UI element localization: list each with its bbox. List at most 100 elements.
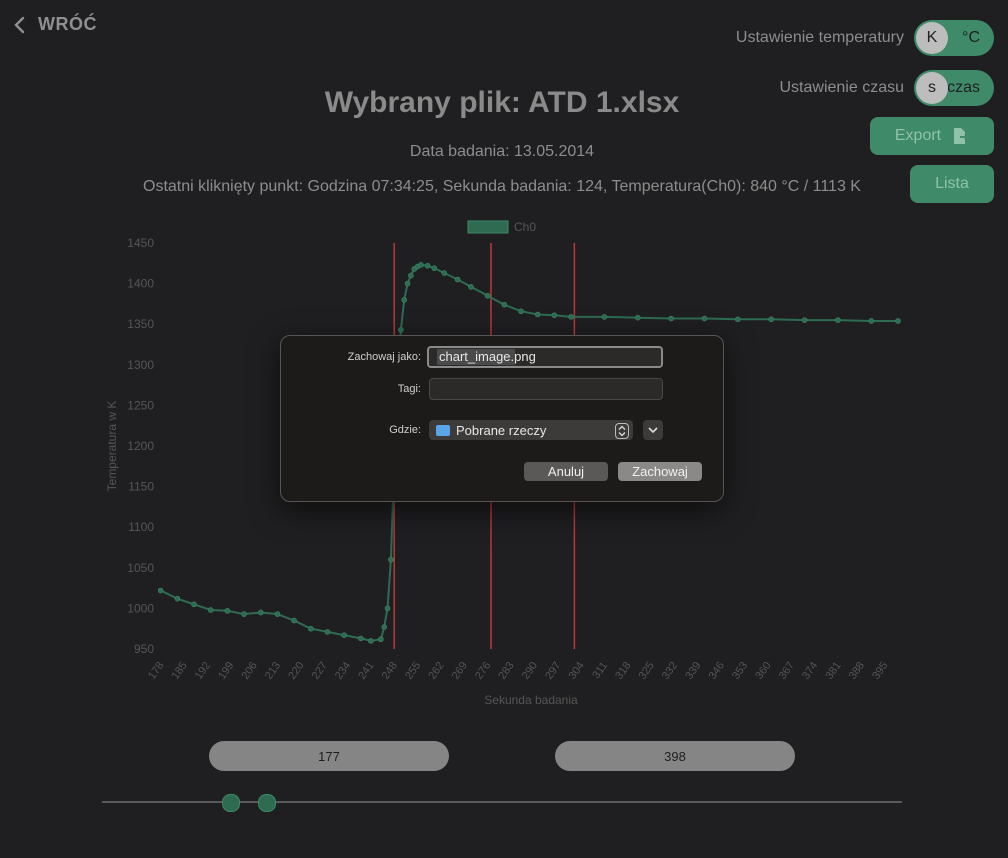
- data-point[interactable]: [468, 284, 474, 290]
- cancel-button[interactable]: Anuluj: [524, 462, 608, 481]
- data-point[interactable]: [398, 327, 404, 333]
- save-dialog: Zachowaj jako: chart_image.png Tagi: Gdz…: [280, 335, 724, 502]
- y-tick-label: 1400: [127, 277, 154, 291]
- temperature-setting-label: Ustawienie temperatury: [735, 29, 904, 46]
- data-point[interactable]: [518, 308, 524, 315]
- data-point[interactable]: [534, 311, 541, 318]
- chevron-down-icon: [648, 427, 658, 434]
- page-title: Wybrany plik: ATD 1.xlsx: [324, 86, 680, 119]
- data-point[interactable]: [324, 629, 331, 635]
- y-tick-label: 1350: [127, 317, 154, 331]
- legend-label-ch0: Ch0: [514, 220, 536, 234]
- data-point[interactable]: [801, 317, 808, 323]
- data-point[interactable]: [501, 301, 508, 308]
- y-tick-label: 1200: [127, 439, 154, 453]
- x-tick-label: 290: [520, 660, 540, 682]
- data-point[interactable]: [368, 638, 374, 644]
- data-point[interactable]: [454, 276, 461, 283]
- data-point[interactable]: [401, 297, 408, 303]
- data-point[interactable]: [735, 316, 741, 323]
- where-value: Pobrane rzeczy: [456, 422, 547, 438]
- back-button[interactable]: WRÓĆ: [12, 14, 97, 35]
- x-tick-label: 395: [870, 660, 890, 682]
- data-point[interactable]: [174, 595, 181, 602]
- data-point[interactable]: [668, 315, 674, 322]
- data-point[interactable]: [207, 607, 214, 613]
- select-stepper-icon: [615, 423, 629, 439]
- expand-dialog-button[interactable]: [643, 420, 663, 440]
- data-point[interactable]: [701, 315, 708, 322]
- chevron-left-icon: [14, 16, 25, 33]
- data-point[interactable]: [484, 292, 491, 299]
- y-tick-label: 1150: [128, 480, 154, 494]
- x-tick-label: 178: [146, 660, 166, 682]
- range-slider-thumb-end[interactable]: [258, 794, 277, 812]
- x-tick-label: 220: [286, 660, 306, 682]
- data-point[interactable]: [291, 617, 297, 624]
- y-tick-label: 1050: [127, 561, 154, 575]
- data-point[interactable]: [241, 611, 247, 617]
- data-point[interactable]: [404, 280, 411, 287]
- data-point[interactable]: [895, 318, 901, 324]
- temperature-unit-toggle[interactable]: °C K: [914, 20, 994, 56]
- data-point[interactable]: [835, 317, 841, 323]
- downloads-folder-icon: [436, 424, 450, 436]
- x-tick-label: 283: [496, 660, 516, 682]
- tags-input[interactable]: [429, 378, 663, 400]
- data-point[interactable]: [418, 262, 424, 268]
- x-tick-label: 346: [707, 660, 727, 682]
- legend-swatch-ch0[interactable]: [467, 220, 509, 234]
- data-point[interactable]: [768, 316, 775, 323]
- data-point[interactable]: [191, 601, 197, 608]
- range-slider-thumb-start[interactable]: [221, 794, 240, 812]
- range-start-field[interactable]: 177: [209, 741, 449, 771]
- filename-input[interactable]: chart_image.png: [427, 346, 663, 368]
- save-button[interactable]: Zachowaj: [618, 462, 702, 481]
- x-tick-label: 255: [403, 660, 423, 682]
- data-point[interactable]: [381, 624, 388, 630]
- data-point[interactable]: [408, 272, 414, 279]
- data-point[interactable]: [424, 262, 431, 269]
- x-tick-label: 388: [847, 660, 867, 682]
- data-point[interactable]: [634, 314, 641, 321]
- x-tick-label: 339: [683, 660, 703, 682]
- x-tick-label: 192: [193, 660, 213, 682]
- data-point[interactable]: [224, 608, 231, 614]
- x-tick-label: 262: [426, 660, 446, 682]
- x-tick-label: 381: [823, 660, 843, 682]
- data-point[interactable]: [568, 314, 574, 320]
- x-tick-label: 325: [637, 660, 657, 682]
- data-point[interactable]: [441, 270, 448, 276]
- x-tick-label: 206: [240, 660, 260, 682]
- x-tick-label: 297: [543, 660, 563, 682]
- y-tick-label: 1300: [127, 358, 154, 372]
- x-axis-label: Sekunda badania: [484, 693, 578, 707]
- data-point[interactable]: [431, 265, 438, 271]
- data-point[interactable]: [274, 611, 281, 617]
- temperature-option-celsius: °C: [962, 29, 980, 46]
- data-point[interactable]: [157, 587, 164, 594]
- range-end-field[interactable]: 398: [555, 741, 795, 771]
- tags-label: Tagi:: [397, 383, 421, 395]
- data-point[interactable]: [388, 556, 394, 563]
- x-tick-label: 199: [216, 660, 236, 682]
- data-point[interactable]: [341, 632, 347, 638]
- y-tick-label: 1000: [127, 601, 154, 615]
- x-tick-label: 360: [753, 660, 773, 682]
- data-point[interactable]: [868, 318, 875, 324]
- x-tick-label: 248: [380, 660, 400, 682]
- data-point[interactable]: [551, 312, 558, 319]
- x-tick-label: 332: [660, 660, 680, 682]
- data-point[interactable]: [601, 314, 608, 320]
- x-tick-label: 185: [169, 660, 189, 682]
- x-tick-label: 227: [310, 660, 330, 682]
- x-tick-label: 374: [800, 660, 820, 682]
- where-select[interactable]: Pobrane rzeczy: [429, 420, 633, 440]
- x-tick-label: 318: [613, 660, 633, 682]
- data-point[interactable]: [384, 605, 391, 612]
- y-tick-label: 1100: [128, 520, 154, 534]
- data-point[interactable]: [257, 609, 264, 616]
- data-point[interactable]: [358, 635, 364, 642]
- data-point[interactable]: [378, 636, 384, 643]
- data-point[interactable]: [307, 625, 314, 632]
